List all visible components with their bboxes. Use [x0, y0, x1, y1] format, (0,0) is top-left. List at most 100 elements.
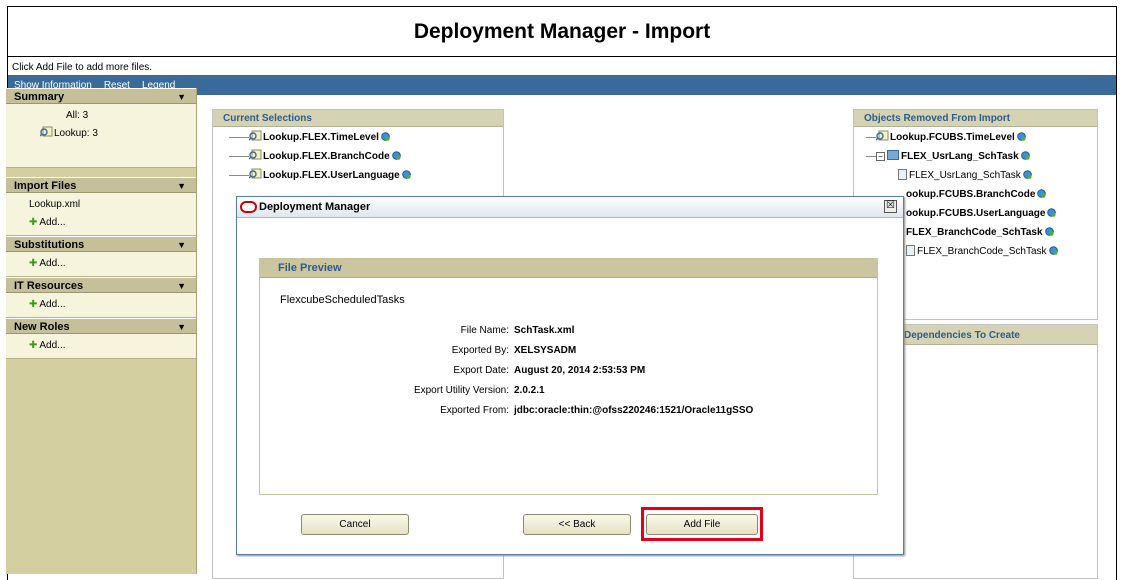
tree-item-label: Lookup.FLEX.BranchCode: [263, 151, 390, 162]
connection-icon: [1048, 246, 1058, 255]
file-name-row: File Name: SchTask.xml: [260, 323, 877, 339]
lookup-icon: [876, 130, 889, 141]
it-resources-add-link[interactable]: ✚ Add...: [6, 296, 196, 314]
tree-item-label: FLEX_UsrLang_SchTask: [901, 151, 1019, 162]
lookup-icon: [40, 126, 53, 137]
add-plus-icon: ✚: [29, 340, 38, 351]
connection-icon: [1044, 227, 1054, 236]
export-date-row: Export Date: August 20, 2014 2:53:53 PM: [260, 363, 877, 379]
current-selections-title: Current Selections: [213, 110, 503, 127]
close-icon[interactable]: ☒: [884, 200, 897, 213]
connection-icon: [1022, 170, 1032, 179]
collapse-toggle-icon[interactable]: −: [876, 152, 885, 161]
field-label: File Name:: [460, 325, 509, 336]
add-label: Add...: [39, 217, 66, 228]
field-label: Exported From:: [440, 405, 509, 416]
add-label: Add...: [39, 340, 66, 351]
add-label: Add...: [39, 299, 66, 310]
tree-item[interactable]: —— Lookup.FLEX.UserLanguage: [229, 166, 503, 185]
summary-all-text: All: 3: [66, 110, 89, 121]
lookup-icon: [249, 168, 262, 179]
field-value: SchTask.xml: [514, 325, 575, 336]
new-roles-label: New Roles: [14, 321, 70, 333]
new-roles-section-header[interactable]: New Roles ▼: [6, 318, 196, 334]
field-label: Export Date:: [453, 365, 509, 376]
lookup-icon: [249, 130, 262, 141]
it-resources-section-header[interactable]: IT Resources ▼: [6, 277, 196, 293]
field-value: jdbc:oracle:thin:@ofss220246:1521/Oracle…: [514, 405, 754, 416]
substitutions-section-header[interactable]: Substitutions ▼: [6, 236, 196, 252]
import-files-section-header[interactable]: Import Files ▼: [6, 177, 196, 193]
collapse-arrow-icon[interactable]: ▼: [177, 178, 186, 194]
tree-item-label: FLEX_UsrLang_SchTask: [909, 170, 1021, 181]
connection-icon: [1047, 208, 1057, 217]
field-label: Export Utility Version:: [413, 385, 509, 396]
file-icon: [898, 169, 907, 180]
file-preview-panel: File Preview FlexcubeScheduledTasks File…: [259, 258, 878, 495]
summary-all-count: All: 3: [6, 107, 196, 125]
tree-item[interactable]: ookup.FCUBS.UserLanguage: [906, 204, 1097, 223]
import-file-item[interactable]: Lookup.xml: [6, 196, 196, 214]
tree-item-label: FLEX_BranchCode_SchTask: [906, 227, 1043, 238]
add-label: Add...: [39, 258, 66, 269]
collapse-arrow-icon[interactable]: ▼: [177, 278, 186, 294]
add-plus-icon: ✚: [29, 217, 38, 228]
file-preview-title: File Preview: [260, 259, 877, 278]
tree-item[interactable]: — − FLEX_UsrLang_SchTask: [866, 147, 1097, 166]
field-value: 2.0.2.1: [514, 385, 545, 396]
summary-label: Summary: [14, 91, 65, 103]
import-files-label: Import Files: [14, 180, 77, 192]
collapse-arrow-icon[interactable]: ▼: [177, 237, 186, 253]
connection-icon: [401, 170, 411, 179]
sidebar: Summary ▼ All: 3 Lookup: 3 Import Files …: [6, 88, 197, 574]
new-roles-section-body: ✚ Add...: [6, 334, 196, 359]
summary-lookup-count[interactable]: Lookup: 3: [6, 125, 196, 143]
add-plus-icon: ✚: [29, 258, 38, 269]
summary-section-header[interactable]: Summary ▼: [6, 88, 196, 104]
cancel-button[interactable]: Cancel: [301, 514, 409, 535]
oracle-logo-icon: [240, 201, 257, 213]
dialog-titlebar: Deployment Manager ☒: [237, 197, 903, 218]
tree-item[interactable]: — Lookup.FCUBS.TimeLevel: [866, 128, 1097, 147]
import-files-section-body: Lookup.xml ✚ Add...: [6, 193, 196, 236]
tree-item[interactable]: —— Lookup.FLEX.TimeLevel: [229, 128, 503, 147]
tree-item-label: ookup.FCUBS.BranchCode: [906, 189, 1036, 200]
it-resources-section-body: ✚ Add...: [6, 293, 196, 318]
objects-removed-title: Objects Removed From Import: [854, 110, 1097, 127]
connection-icon: [1037, 189, 1047, 198]
exported-from-row: Exported From: jdbc:oracle:thin:@ofss220…: [260, 403, 877, 419]
collapse-arrow-icon[interactable]: ▼: [177, 319, 186, 335]
file-icon: [906, 245, 915, 256]
tree-item[interactable]: —— Lookup.FLEX.BranchCode: [229, 147, 503, 166]
export-utility-version-row: Export Utility Version: 2.0.2.1: [260, 383, 877, 399]
substitutions-section-body: ✚ Add...: [6, 252, 196, 277]
summary-lookup-text: Lookup: 3: [54, 128, 98, 139]
new-roles-add-link[interactable]: ✚ Add...: [6, 337, 196, 355]
tree-item-label: Lookup.FCUBS.TimeLevel: [890, 132, 1015, 143]
connection-icon: [1017, 132, 1026, 141]
deployment-manager-dialog: Deployment Manager ☒ File Preview Flexcu…: [236, 196, 904, 555]
tree-item[interactable]: FLEX_UsrLang_SchTask: [866, 166, 1097, 185]
tree-item-label: Lookup.FLEX.UserLanguage: [263, 170, 400, 181]
tree-item-label: ookup.FCUBS.UserLanguage: [906, 208, 1046, 219]
page-title: Deployment Manager - Import: [8, 7, 1116, 57]
tree-item[interactable]: FLEX_BranchCode_SchTask: [906, 242, 1097, 261]
tree-item[interactable]: FLEX_BranchCode_SchTask: [906, 223, 1097, 242]
tree-item-label: FLEX_BranchCode_SchTask: [917, 246, 1047, 257]
dialog-title: Deployment Manager: [259, 201, 371, 213]
field-value: August 20, 2014 2:53:53 PM: [514, 365, 646, 376]
current-selections-tree: —— Lookup.FLEX.TimeLevel —— Lookup.FLEX.Br…: [213, 127, 503, 185]
import-files-add-link[interactable]: ✚ Add...: [6, 214, 196, 232]
connection-icon: [391, 151, 401, 160]
instruction-text: Click Add File to add more files.: [12, 62, 153, 73]
substitutions-add-link[interactable]: ✚ Add...: [6, 255, 196, 273]
scheduled-task-icon: [887, 150, 899, 160]
it-resources-label: IT Resources: [14, 280, 84, 292]
summary-section-body: All: 3 Lookup: 3: [6, 104, 196, 168]
add-file-button[interactable]: Add File: [646, 514, 758, 535]
preview-file-name: FlexcubeScheduledTasks: [280, 294, 405, 306]
collapse-arrow-icon[interactable]: ▼: [177, 89, 186, 105]
tree-item-label: Lookup.FLEX.TimeLevel: [263, 132, 379, 143]
tree-item[interactable]: ookup.FCUBS.BranchCode: [906, 185, 1097, 204]
back-button[interactable]: << Back: [523, 514, 631, 535]
